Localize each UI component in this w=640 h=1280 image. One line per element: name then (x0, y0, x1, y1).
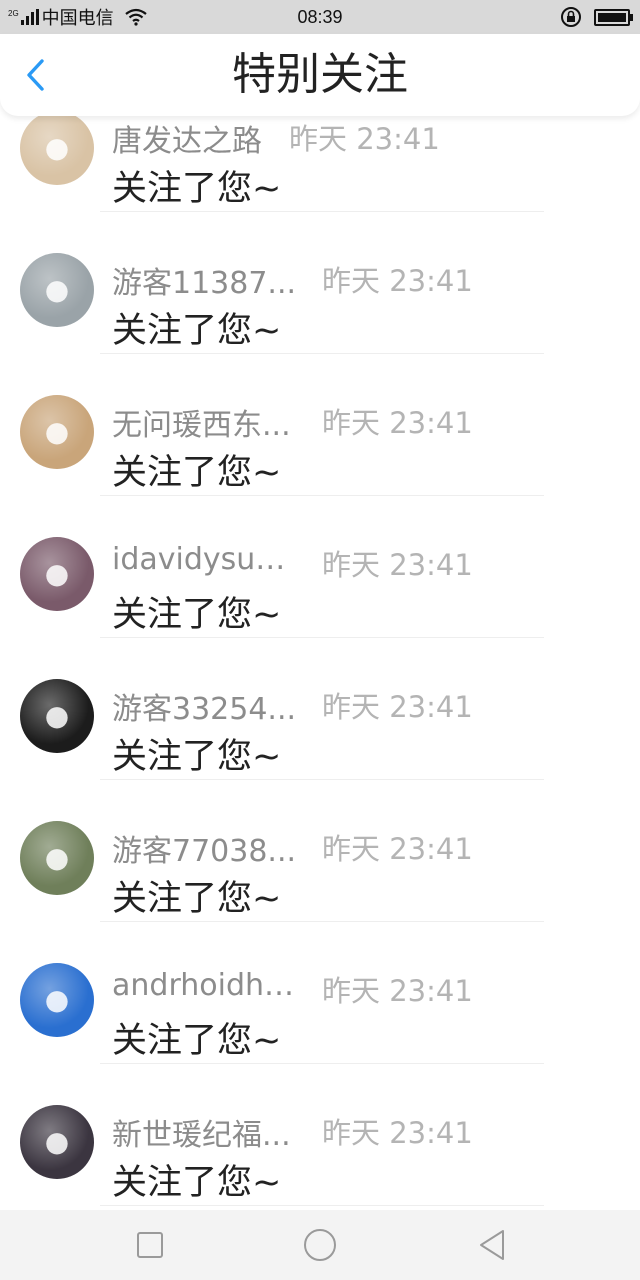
user-icon: ● (44, 841, 70, 874)
user-name: 无问瑗西东... (112, 408, 291, 443)
notification-message: 关注了您~ (112, 595, 282, 635)
system-nav-bar (0, 1210, 640, 1280)
user-name: 唐发达之路 (112, 124, 262, 159)
square-icon (137, 1232, 163, 1258)
signal-icon (20, 9, 39, 25)
list-item[interactable]: ● idavidysuh... 昨天 23:41 关注了您~ (0, 496, 640, 638)
user-name: 新世瑗纪福... (112, 1118, 291, 1153)
avatar[interactable]: ● (20, 963, 94, 1037)
timestamp: 昨天 23:41 (322, 974, 473, 1008)
user-name: 游客77038... (112, 834, 297, 869)
list-item[interactable]: ● 游客77038... 昨天 23:41 关注了您~ (0, 780, 640, 922)
battery-level (598, 12, 626, 22)
network-type: 2G (8, 8, 19, 18)
timestamp: 昨天 23:41 (322, 690, 473, 724)
list-item[interactable]: ● 无问瑗西东... 昨天 23:41 关注了您~ (0, 354, 640, 496)
divider (100, 1205, 544, 1206)
list-item[interactable]: ● 游客11387... 昨天 23:41 关注了您~ (0, 212, 640, 354)
user-icon: ● (44, 699, 70, 732)
status-bar: 2G 中国电信 08:39 (0, 0, 640, 34)
timestamp: 昨天 23:41 (322, 832, 473, 866)
rotation-lock-icon (561, 7, 581, 27)
circle-icon (304, 1229, 336, 1261)
notification-message: 关注了您~ (112, 311, 282, 351)
avatar[interactable]: ● (20, 679, 94, 753)
carrier-name: 中国电信 (41, 8, 114, 29)
notification-message: 关注了您~ (112, 879, 282, 919)
avatar[interactable]: ● (20, 395, 94, 469)
status-right (560, 0, 633, 34)
recent-apps-button[interactable] (132, 1227, 168, 1263)
timestamp: 昨天 23:41 (322, 1116, 473, 1150)
status-left: 2G 中国电信 (8, 0, 148, 34)
user-name: idavidysuh... (112, 542, 302, 577)
avatar[interactable]: ● (20, 1105, 94, 1179)
notification-message: 关注了您~ (112, 737, 282, 777)
home-button[interactable] (302, 1227, 338, 1263)
timestamp: 昨天 23:41 (322, 264, 473, 298)
user-icon: ● (44, 131, 70, 164)
user-name: 游客11387... (112, 266, 297, 301)
user-icon: ● (44, 415, 70, 448)
timestamp: 昨天 23:41 (322, 548, 473, 582)
page-title: 特别关注 (232, 49, 408, 100)
notification-message: 关注了您~ (112, 453, 282, 493)
timestamp: 昨天 23:41 (289, 122, 440, 156)
back-nav-button[interactable] (474, 1227, 510, 1263)
avatar[interactable]: ● (20, 253, 94, 327)
user-icon: ● (44, 1125, 70, 1158)
timestamp: 昨天 23:41 (322, 406, 473, 440)
avatar[interactable]: ● (20, 537, 94, 611)
avatar[interactable]: ● (20, 821, 94, 895)
back-button[interactable] (16, 52, 56, 98)
wifi-icon (124, 8, 147, 26)
notification-message: 关注了您~ (112, 169, 282, 209)
notification-message: 关注了您~ (112, 1021, 282, 1061)
follow-notification-list[interactable]: ● 唐发达之路 昨天 23:41 关注了您~ ● 游客11387... 昨天 23:41 关注… (0, 116, 640, 1210)
list-item[interactable]: ● andrhoidho... 昨天 23:41 关注了您~ (0, 922, 640, 1064)
top-app-bar: 特别关注 (0, 34, 640, 116)
avatar[interactable]: ● (20, 116, 94, 185)
list-item[interactable]: ● 游客33254... 昨天 23:41 关注了您~ (0, 638, 640, 780)
battery-icon (594, 8, 633, 26)
user-icon: ● (44, 273, 70, 306)
user-name: andrhoidho... (112, 968, 302, 1003)
list-item[interactable]: ● 唐发达之路 昨天 23:41 关注了您~ (0, 116, 640, 212)
notification-message: 关注了您~ (112, 1163, 282, 1203)
chevron-left-icon (27, 59, 44, 91)
user-name: 游客33254... (112, 692, 297, 727)
user-icon: ● (44, 557, 70, 590)
list-item[interactable]: ● 新世瑗纪福... 昨天 23:41 关注了您~ (0, 1064, 640, 1206)
triangle-back-icon (480, 1230, 504, 1260)
user-icon: ● (44, 983, 70, 1016)
